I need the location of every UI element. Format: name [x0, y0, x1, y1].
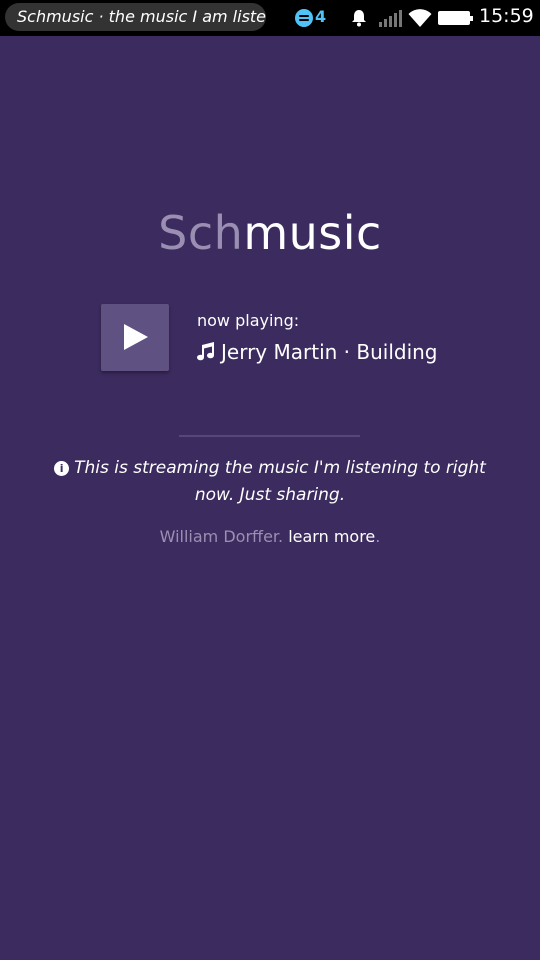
learn-more-link[interactable]: learn more: [288, 527, 375, 546]
now-playing-track: Jerry Martin · Building: [196, 340, 438, 364]
logo-part-music: music: [243, 206, 382, 260]
track-title: Jerry Martin · Building: [221, 340, 438, 364]
bell-icon: [352, 10, 366, 27]
wifi-icon: [408, 9, 432, 27]
credit-trailing: .: [375, 527, 381, 546]
window-title[interactable]: Schmusic · the music I am listening to: [5, 3, 266, 31]
author-name: William Dorffer.: [159, 527, 284, 546]
notification-count: 4: [315, 7, 327, 26]
clock: 15:59: [479, 5, 534, 27]
play-icon: [124, 324, 148, 350]
now-playing-label: now playing:: [197, 311, 300, 330]
info-text: This is streaming the music I'm listenin…: [74, 458, 486, 505]
status-bar: Schmusic · the music I am listening to 4…: [0, 0, 540, 36]
play-button[interactable]: [101, 304, 169, 371]
music-note-icon: [197, 342, 214, 361]
info-icon: i: [54, 461, 70, 476]
info-message: i This is streaming the music I'm listeni…: [40, 455, 500, 509]
logo-part-sch: Sch: [158, 206, 244, 260]
signal-icon: [379, 10, 402, 27]
spotify-notification-icon[interactable]: [295, 9, 313, 27]
divider: [179, 435, 360, 437]
credit-line: William Dorffer. learn more.: [0, 527, 540, 546]
app-logo: Schmusic: [0, 206, 540, 260]
battery-icon: [438, 11, 473, 25]
